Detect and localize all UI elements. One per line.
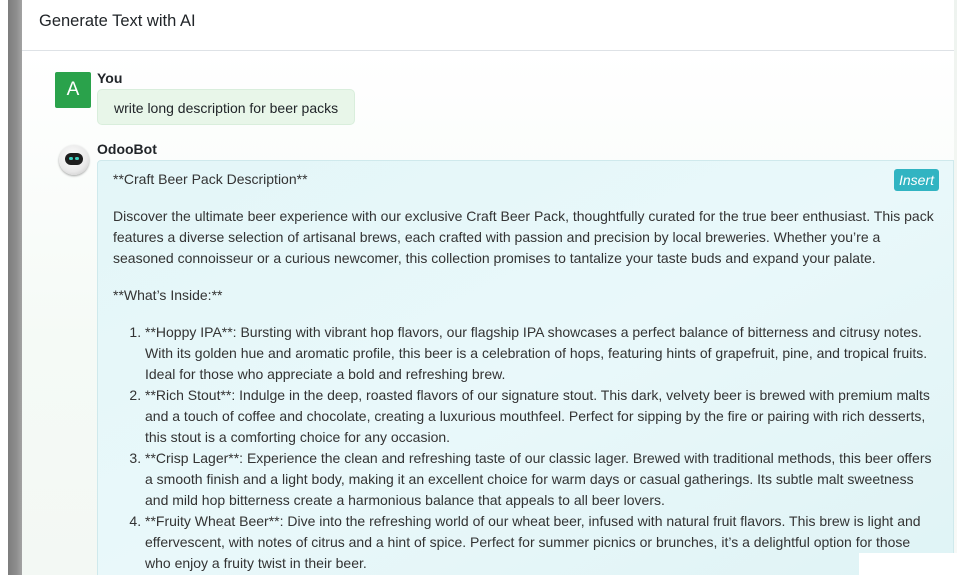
- bot-author-name: OdooBot: [97, 141, 157, 157]
- user-avatar: A: [55, 72, 91, 108]
- message-heading: **Craft Beer Pack Description**: [113, 171, 308, 187]
- dialog-header: Generate Text with AI: [22, 0, 954, 51]
- page-edge: [0, 0, 8, 575]
- ai-text-dialog: Generate Text with AI A You write long d…: [22, 0, 954, 575]
- list-item: **Hoppy IPA**: Bursting with vibrant hop…: [145, 322, 938, 385]
- user-author-name: You: [97, 70, 123, 86]
- dialog-title: Generate Text with AI: [39, 12, 196, 30]
- list-item: **Fruity Wheat Beer**: Dive into the ref…: [145, 511, 938, 574]
- message-subheading: **What’s Inside:**: [113, 287, 223, 303]
- bot-message: Insert **Craft Beer Pack Description** D…: [97, 160, 954, 575]
- list-item: **Rich Stout**: Indulge in the deep, roa…: [145, 385, 938, 448]
- chat-thread: A You write long description for beer pa…: [22, 51, 954, 575]
- user-message: write long description for beer packs: [97, 89, 356, 125]
- beer-list: **Hoppy IPA**: Bursting with vibrant hop…: [113, 322, 938, 574]
- bot-message-content: **Craft Beer Pack Description** Discover…: [113, 169, 938, 574]
- odoobot-robot-icon: [59, 145, 89, 175]
- message-intro: Discover the ultimate beer experience wi…: [113, 208, 934, 266]
- background-scrollbar: [8, 0, 22, 575]
- list-item: **Crisp Lager**: Experience the clean an…: [145, 448, 938, 511]
- corner-patch: [859, 553, 957, 575]
